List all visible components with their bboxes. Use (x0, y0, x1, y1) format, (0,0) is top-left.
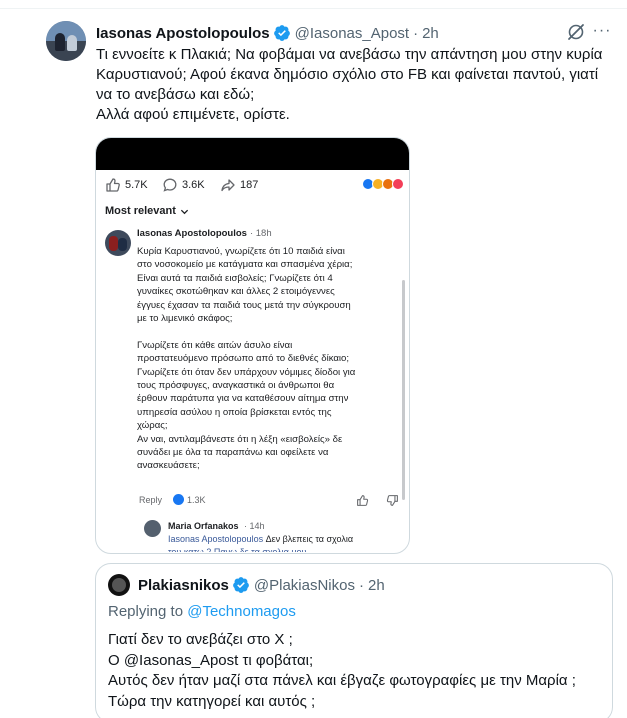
chevron-down-icon (180, 209, 189, 214)
image-top-bar (96, 138, 409, 170)
comment-text: Κυρία Καρυστιανού, γνωρίζετε ότι 10 παιδ… (137, 245, 399, 473)
comment-line: Κυρία Καρυστιανού, γνωρίζετε ότι 10 παιδ… (137, 246, 345, 257)
reply-comment: Maria Orfanakos · 14h Iasonas Apostolopo… (168, 521, 408, 552)
comment-line: χώρας; (137, 420, 168, 432)
comments-stat: 3.6K (162, 177, 205, 193)
comment-like-count: 1.3K (173, 494, 206, 505)
author-handle[interactable]: @Iasonas_Apost (295, 25, 409, 42)
reply-text-cut: του κατω 2 Πανω δε τα σχολια μου (168, 547, 307, 552)
quoted-text-line: Αυτός δεν ήταν μαζί στα πάνελ και έβγαζε… (108, 672, 576, 689)
reply-avatar (144, 520, 161, 537)
verified-badge-icon (232, 576, 250, 594)
comment-author: Iasonas Apostolopoulos (137, 228, 247, 239)
tweet-text-line: Καρυστιανού; Αφού έκανα δημόσιο σχόλιο σ… (96, 66, 599, 83)
quoted-text-line: Γιατί δεν το ανεβάζει στο Χ ; (108, 631, 293, 648)
author-avatar[interactable] (46, 21, 86, 61)
shares-stat: 187 (220, 177, 258, 193)
comment-line: προστατευόμενο πρόσωπο από το διεθνές δί… (137, 353, 350, 365)
commenter-avatar (105, 230, 131, 256)
comment-line: συνάδει με όλα τα παραπάνω και οφείλετε … (137, 447, 329, 459)
likes-count: 5.7K (125, 179, 148, 191)
comment-line: έγγυες έχασαν τα παιδιά τους μετά την σύ… (137, 299, 351, 311)
tweet-text-line: Αλλά αφού επιμένετε, ορίστε. (96, 106, 290, 123)
separator-dot: · (358, 576, 364, 594)
comment-line: στο νοσοκομείο με κατάγματα και σπασμένα… (137, 259, 353, 271)
quoted-tweet-header: Plakiasnikos @PlakiasNikos · 2h (138, 576, 385, 594)
separator-dot: · (413, 24, 419, 42)
grok-icon[interactable] (566, 22, 586, 42)
reply-link: Reply (139, 495, 163, 505)
tweet-text: Τι εννοείτε κ Πλακιά; Να φοβάμαι να ανεβ… (96, 45, 616, 125)
divider (0, 8, 627, 9)
sort-label: Most relevant (105, 205, 176, 217)
reply-text-body: Δεν βλεπεις τα σχολια (263, 534, 354, 544)
replying-prefix: Replying to (108, 603, 188, 620)
verified-badge-icon (273, 24, 291, 42)
comment-bubble-icon (163, 178, 177, 192)
like-badge-icon (173, 494, 184, 505)
comment-age: · 18h (249, 228, 272, 239)
comments-count: 3.6K (182, 179, 205, 191)
shares-count: 187 (240, 179, 259, 191)
sort-dropdown[interactable]: Most relevant (105, 205, 189, 217)
reply-author-row: Maria Orfanakos · 14h (168, 521, 408, 531)
likes-stat: 5.7K (105, 177, 148, 193)
quoted-text-line: Τώρα την κατηγορεί και αυτός ; (108, 692, 316, 710)
author-name[interactable]: Iasonas Apostolopoulos (96, 25, 270, 42)
tweet-header: Iasonas Apostolopoulos @Iasonas_Apost · … (96, 23, 439, 43)
quoted-author-name: Plakiasnikos (138, 576, 229, 594)
comment-line: υπηρεσία ασύλου η οποία βρίσκεται εντός … (137, 406, 332, 418)
tweet-text-line: να το ανεβάσω και εδώ; (96, 86, 255, 103)
comment-line: ανασκευάσετε; (137, 460, 200, 472)
reaction-emojis (362, 178, 404, 190)
comment-line (137, 325, 399, 338)
tweet-text-line: Τι εννοείτε κ Πλακιά; Να φοβάμαι να ανεβ… (96, 46, 603, 63)
reply-author: Maria Orfanakos (168, 521, 239, 531)
comment-actions: Reply 1.3K (139, 494, 401, 508)
comment-line: Είναι αυτά τα παιδιά εισβολείς; Γνωρίζετ… (137, 272, 333, 284)
quoted-author-avatar (108, 574, 130, 596)
comment-line: γυναίκες σκοτώθηκαν και άλλες 2 ετοιμόγε… (137, 286, 335, 298)
thumbs-up-icon (106, 178, 120, 192)
more-options-icon[interactable]: ··· (590, 22, 614, 42)
reaction-bar: 5.7K 3.6K 187 (96, 175, 409, 195)
comment-like-number: 1.3K (187, 494, 206, 505)
replying-to: Replying to @Technomagos (108, 603, 296, 620)
reply-mention: Iasonas Apostolopoulos (168, 534, 264, 544)
reply-age: · 14h (244, 521, 265, 531)
replying-mention[interactable]: @Technomagos (187, 603, 296, 620)
comment-line: τους πρόσφυγες, αναγκαστικά οι άνθρωποι … (137, 380, 335, 392)
comment-line: Γνωρίζετε ότι κάθε αιτών άσυλο είναι (137, 339, 293, 351)
comment-author-row: Iasonas Apostolopoulos · 18h (137, 228, 399, 239)
comment-line: με το λιμενικό σκάφος; (137, 313, 233, 325)
love-reaction-icon (392, 178, 404, 190)
attached-image[interactable]: 5.7K 3.6K 187 Most relevant Iasonas Apos… (95, 137, 410, 554)
reply-text: Iasonas Apostolopoulos Δεν βλεπεις τα σχ… (168, 534, 408, 544)
quoted-timestamp: 2h (367, 576, 385, 594)
comment: Iasonas Apostolopoulos · 18h Κυρία Καρυστ… (137, 228, 399, 473)
quoted-tweet-text: Γιατί δεν το ανεβάζει στο Χ ; Ο @Iasonas… (108, 630, 608, 712)
quoted-author-handle: @PlakiasNikos (253, 576, 355, 594)
comment-line: έρθουν παράτυπα για να καταθέσουν αίτημα… (137, 393, 349, 405)
tweet-timestamp[interactable]: 2h (422, 25, 439, 42)
thumbs-down-icon (386, 495, 398, 506)
comment-line: Γνωρίζετε ότι όταν δεν υπάρχουν νόμιμες … (137, 366, 356, 378)
quoted-tweet[interactable]: Plakiasnikos @PlakiasNikos · 2h Replying… (95, 563, 613, 718)
comment-line: Αν ναι, αντιλαμβάνεστε ότι η λέξη «εισβο… (137, 433, 343, 445)
share-arrow-icon (221, 179, 235, 192)
scrollbar (402, 280, 405, 500)
quoted-text-line: Ο @Iasonas_Apost τι φοβάται; (108, 651, 314, 669)
thumbs-up-icon (357, 495, 369, 506)
